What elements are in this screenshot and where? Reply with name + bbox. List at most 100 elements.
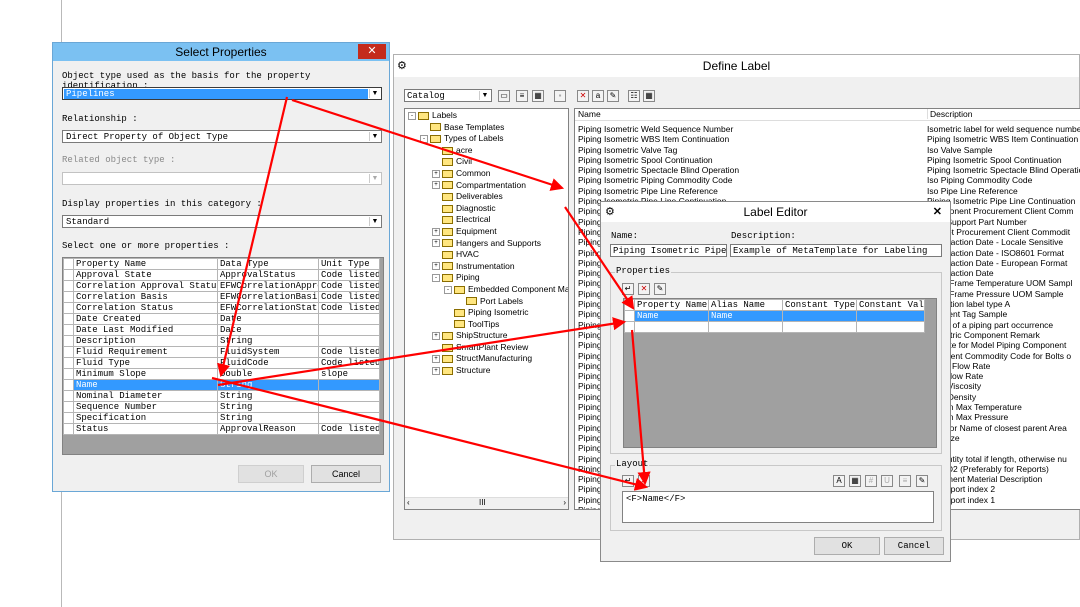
paint-icon[interactable]: ✎ [916, 475, 928, 487]
expand-icon[interactable]: + [432, 355, 440, 364]
column-header[interactable]: Property Name [73, 258, 218, 270]
cancel-button[interactable]: Cancel [884, 537, 944, 555]
table-row[interactable]: Name Name [624, 310, 925, 322]
list-item[interactable]: Piping Isometric Pipe Line Reference [578, 186, 739, 196]
collapse-icon[interactable]: - [408, 111, 416, 120]
cell-unit-type[interactable]: Code listed [318, 269, 380, 281]
cell-unit-type[interactable]: slope [318, 368, 380, 380]
table-row[interactable]: Description String [63, 335, 380, 347]
table-row[interactable]: Fluid Requirement FluidSystem Code listed [63, 346, 380, 358]
tree-item[interactable]: Base Templates [405, 122, 568, 134]
properties-icon[interactable]: ▦ [532, 90, 544, 102]
cell-property-name[interactable]: Nominal Diameter [73, 390, 218, 402]
cell-data-type[interactable]: FluidSystem [217, 346, 319, 358]
expand-icon[interactable]: + [432, 332, 440, 341]
cell-property-name[interactable]: Date Last Modified [73, 324, 218, 336]
table-row[interactable]: Name String [63, 379, 380, 391]
column-header[interactable]: Unit Type [318, 258, 380, 270]
cell-property-name[interactable]: Minimum Slope [73, 368, 218, 380]
column-header[interactable]: Data Type [217, 258, 319, 270]
cell-unit-type[interactable]: Code listed [318, 291, 380, 303]
column-header[interactable]: Alias Name [708, 299, 783, 311]
table-row[interactable]: Correlation Basis EFWCorrelationBasis Code… [63, 291, 380, 303]
table-row[interactable]: Specification String [63, 412, 380, 424]
expand-icon[interactable]: + [432, 181, 440, 190]
collapse-icon[interactable]: - [444, 285, 452, 294]
cell[interactable] [634, 321, 709, 333]
cell[interactable] [856, 321, 925, 333]
table-row[interactable] [624, 321, 925, 333]
expand-icon[interactable]: + [432, 227, 440, 236]
cell-unit-type[interactable] [318, 335, 380, 347]
expand-icon[interactable]: + [432, 169, 440, 178]
column-header-name[interactable]: Name [578, 109, 601, 119]
collapse-icon[interactable]: - [432, 274, 440, 283]
cell-unit-type[interactable]: Code listed [318, 280, 380, 292]
expand-icon[interactable]: + [432, 366, 440, 375]
cell-unit-type[interactable]: Code listed [318, 302, 380, 314]
cancel-button[interactable]: Cancel [311, 465, 381, 483]
delete-field-icon[interactable]: ✕ [638, 475, 650, 487]
cell-data-type[interactable]: ApprovalReason [217, 423, 319, 435]
delete-property-icon[interactable]: ✕ [638, 283, 650, 295]
ok-button[interactable]: OK [814, 537, 880, 555]
tree-item[interactable]: + Common [405, 168, 568, 180]
table-row[interactable]: Correlation Approval Status EFWCorrelatio… [63, 280, 380, 292]
tree-item[interactable]: ToolTips [405, 319, 568, 331]
delete-icon[interactable]: ✕ [577, 90, 589, 102]
tree-item[interactable]: SmartPlant Review [405, 342, 568, 354]
expand-icon[interactable]: + [432, 262, 440, 271]
cell-data-type[interactable]: EFWCorrelationApproval [217, 280, 319, 292]
list-item[interactable]: Piping Isometric Valve Tag [578, 145, 739, 155]
close-button[interactable]: ✕ [358, 44, 386, 59]
cell-property-name[interactable]: Name [634, 310, 709, 322]
cell-unit-type[interactable] [318, 401, 380, 413]
cell-constant-type[interactable] [782, 310, 857, 322]
column-header-description[interactable]: Description [927, 109, 973, 119]
edit-icon[interactable]: ✎ [607, 90, 619, 102]
list-view-icon[interactable]: ≡ [516, 90, 528, 102]
scroll-left-icon[interactable]: ‹ [407, 498, 410, 507]
tree-item[interactable]: Electrical [405, 214, 568, 226]
cell-data-type[interactable]: EFWCorrelationStatus [217, 302, 319, 314]
collapse-icon[interactable]: - [420, 134, 428, 143]
cell-property-name[interactable]: Name [73, 379, 218, 391]
cell-property-name[interactable]: Date Created [73, 313, 218, 325]
cell-unit-type[interactable]: Code listed [318, 346, 380, 358]
list-item[interactable]: Piping Isometric Spectacle Blind Operati… [578, 165, 739, 175]
tree-item[interactable]: + ShipStructure [405, 330, 568, 342]
cell-unit-type[interactable]: Code listed [318, 357, 380, 369]
cell-unit-type[interactable] [318, 379, 380, 391]
expand-icon[interactable]: + [432, 239, 440, 248]
tree-item[interactable]: + Structure [405, 365, 568, 377]
cell-unit-type[interactable]: Code listed [318, 423, 380, 435]
close-icon[interactable]: ✕ [933, 205, 942, 218]
cell-data-type[interactable]: EFWCorrelationBasis [217, 291, 319, 303]
list-item[interactable]: Piping Isometric WBS Item Continuation [578, 134, 739, 144]
insert-field-icon[interactable]: ↵ [622, 475, 634, 487]
cell-property-name[interactable]: Description [73, 335, 218, 347]
new-folder-icon[interactable]: ▭ [498, 90, 510, 102]
tree-item[interactable]: Port Labels [405, 296, 568, 308]
tree-item[interactable]: HVAC [405, 249, 568, 261]
cell-alias-name[interactable]: Name [708, 310, 783, 322]
tree-item[interactable]: + Hangers and Supports [405, 238, 568, 250]
cell-property-name[interactable]: Specification [73, 412, 218, 424]
tree-item[interactable]: + Compartmentation [405, 180, 568, 192]
tree-item[interactable]: acre [405, 145, 568, 157]
chevron-down-icon[interactable]: ▼ [369, 132, 380, 141]
table-row[interactable]: Fluid Type FluidCode Code listed [63, 357, 380, 369]
cell-property-name[interactable]: Sequence Number [73, 401, 218, 413]
edit-property-icon[interactable]: ✎ [654, 283, 666, 295]
cell-data-type[interactable]: String [217, 401, 319, 413]
table-row[interactable]: Date Created Date [63, 313, 380, 325]
list-item[interactable]: Piping Isometric Weld Sequence Number [578, 124, 739, 134]
table-row[interactable]: Date Last Modified Date [63, 324, 380, 336]
cell-data-type[interactable]: String [217, 379, 319, 391]
catalog-tree-panel[interactable]: - Labels Base Templates - Types of Labels acr… [404, 108, 569, 510]
table-row[interactable]: Sequence Number String [63, 401, 380, 413]
cell-constant-value[interactable] [856, 310, 925, 322]
tree-item[interactable]: - Embedded Component Mat [405, 284, 568, 296]
define-label-titlebar[interactable]: ⚙ Define Label [394, 55, 1079, 77]
scroll-thumb-icon[interactable]: III [479, 498, 486, 507]
